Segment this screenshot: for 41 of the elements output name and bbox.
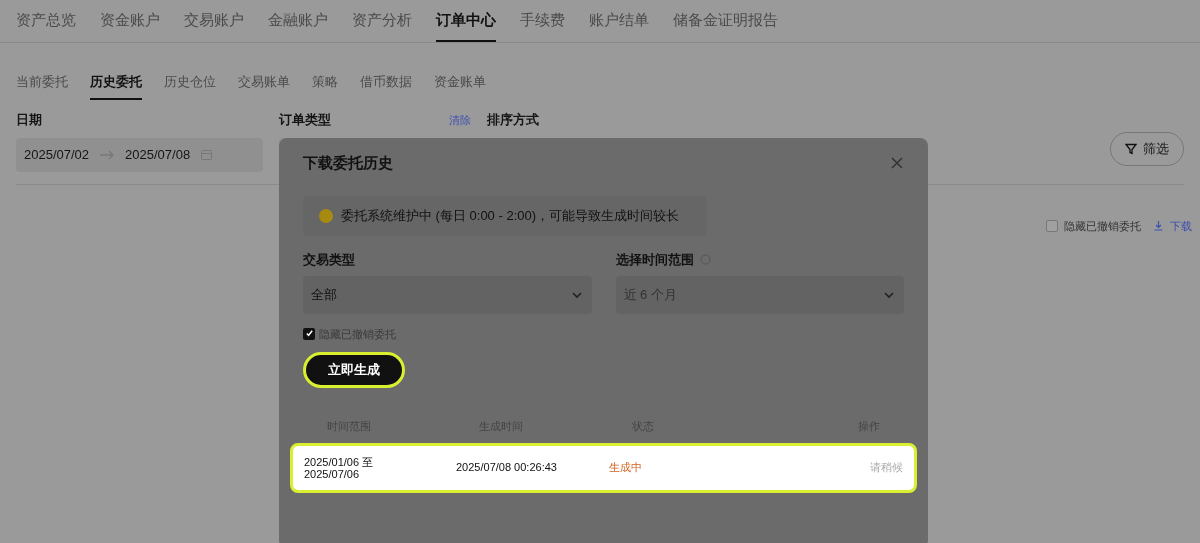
- sub-tab[interactable]: 策略: [312, 65, 338, 100]
- main-tab[interactable]: 金融账户: [268, 0, 328, 42]
- main-tab[interactable]: 资产总览: [16, 0, 76, 42]
- download-icon: [1153, 220, 1164, 232]
- sub-tab[interactable]: 借币数据: [360, 65, 412, 100]
- sort-label: 排序方式: [487, 111, 539, 129]
- checkbox[interactable]: [303, 327, 315, 340]
- date-label: 日期: [16, 111, 43, 129]
- trade-type-label: 交易类型: [303, 251, 356, 269]
- date-range-field[interactable]: 2025/07/02 2025/07/08: [16, 137, 263, 172]
- action-cell-text: 请稍候: [869, 460, 903, 476]
- notice-text: 委托系统维护中 (每日 0:00 - 2:00)，可能导致生成时间较长: [341, 207, 680, 226]
- status-cell-text: 生成中: [609, 460, 643, 476]
- main-tab[interactable]: 储备金证明报告: [673, 0, 778, 42]
- calendar-icon: [200, 148, 214, 161]
- filter-icon: [1125, 143, 1137, 155]
- sub-tab[interactable]: 当前委托: [16, 65, 68, 100]
- time-range-label: 选择时间范围: [615, 251, 694, 269]
- dialog-title: 下载委托历史: [303, 152, 393, 173]
- time-cell-text: 2025/07/08 00:26:43: [456, 460, 558, 476]
- main-tab[interactable]: 资产分析: [352, 0, 412, 42]
- main-tab[interactable]: 手续费: [520, 0, 565, 42]
- generate-button[interactable]: 立即生成: [303, 352, 405, 388]
- main-tab[interactable]: 订单中心: [436, 0, 496, 42]
- order-type-label: 订单类型: [279, 111, 331, 129]
- hide-cancelled-label: 隐藏已撤销委托: [1064, 218, 1141, 234]
- sub-tab[interactable]: 历史仓位: [164, 65, 216, 100]
- sub-tab[interactable]: 交易账单: [238, 65, 290, 100]
- trade-type-select[interactable]: 全部: [303, 275, 592, 314]
- range-to-cell-text: 2025/07/06: [304, 467, 361, 480]
- close-icon[interactable]: [890, 156, 904, 170]
- download-link[interactable]: 下载: [1170, 217, 1192, 234]
- checkbox[interactable]: [1046, 219, 1058, 232]
- main-tab[interactable]: 账户结单: [589, 0, 649, 42]
- sub-tab[interactable]: 历史委托: [90, 65, 142, 100]
- range-from-cell-text: 2025/01/06 至: [304, 455, 375, 468]
- main-tab[interactable]: 交易账户: [184, 0, 244, 42]
- clear-link[interactable]: 清除: [449, 111, 471, 128]
- sub-tab[interactable]: 资金账单: [434, 65, 486, 100]
- arrow-right-icon: [99, 149, 116, 160]
- main-tab[interactable]: 资金账户: [100, 0, 160, 42]
